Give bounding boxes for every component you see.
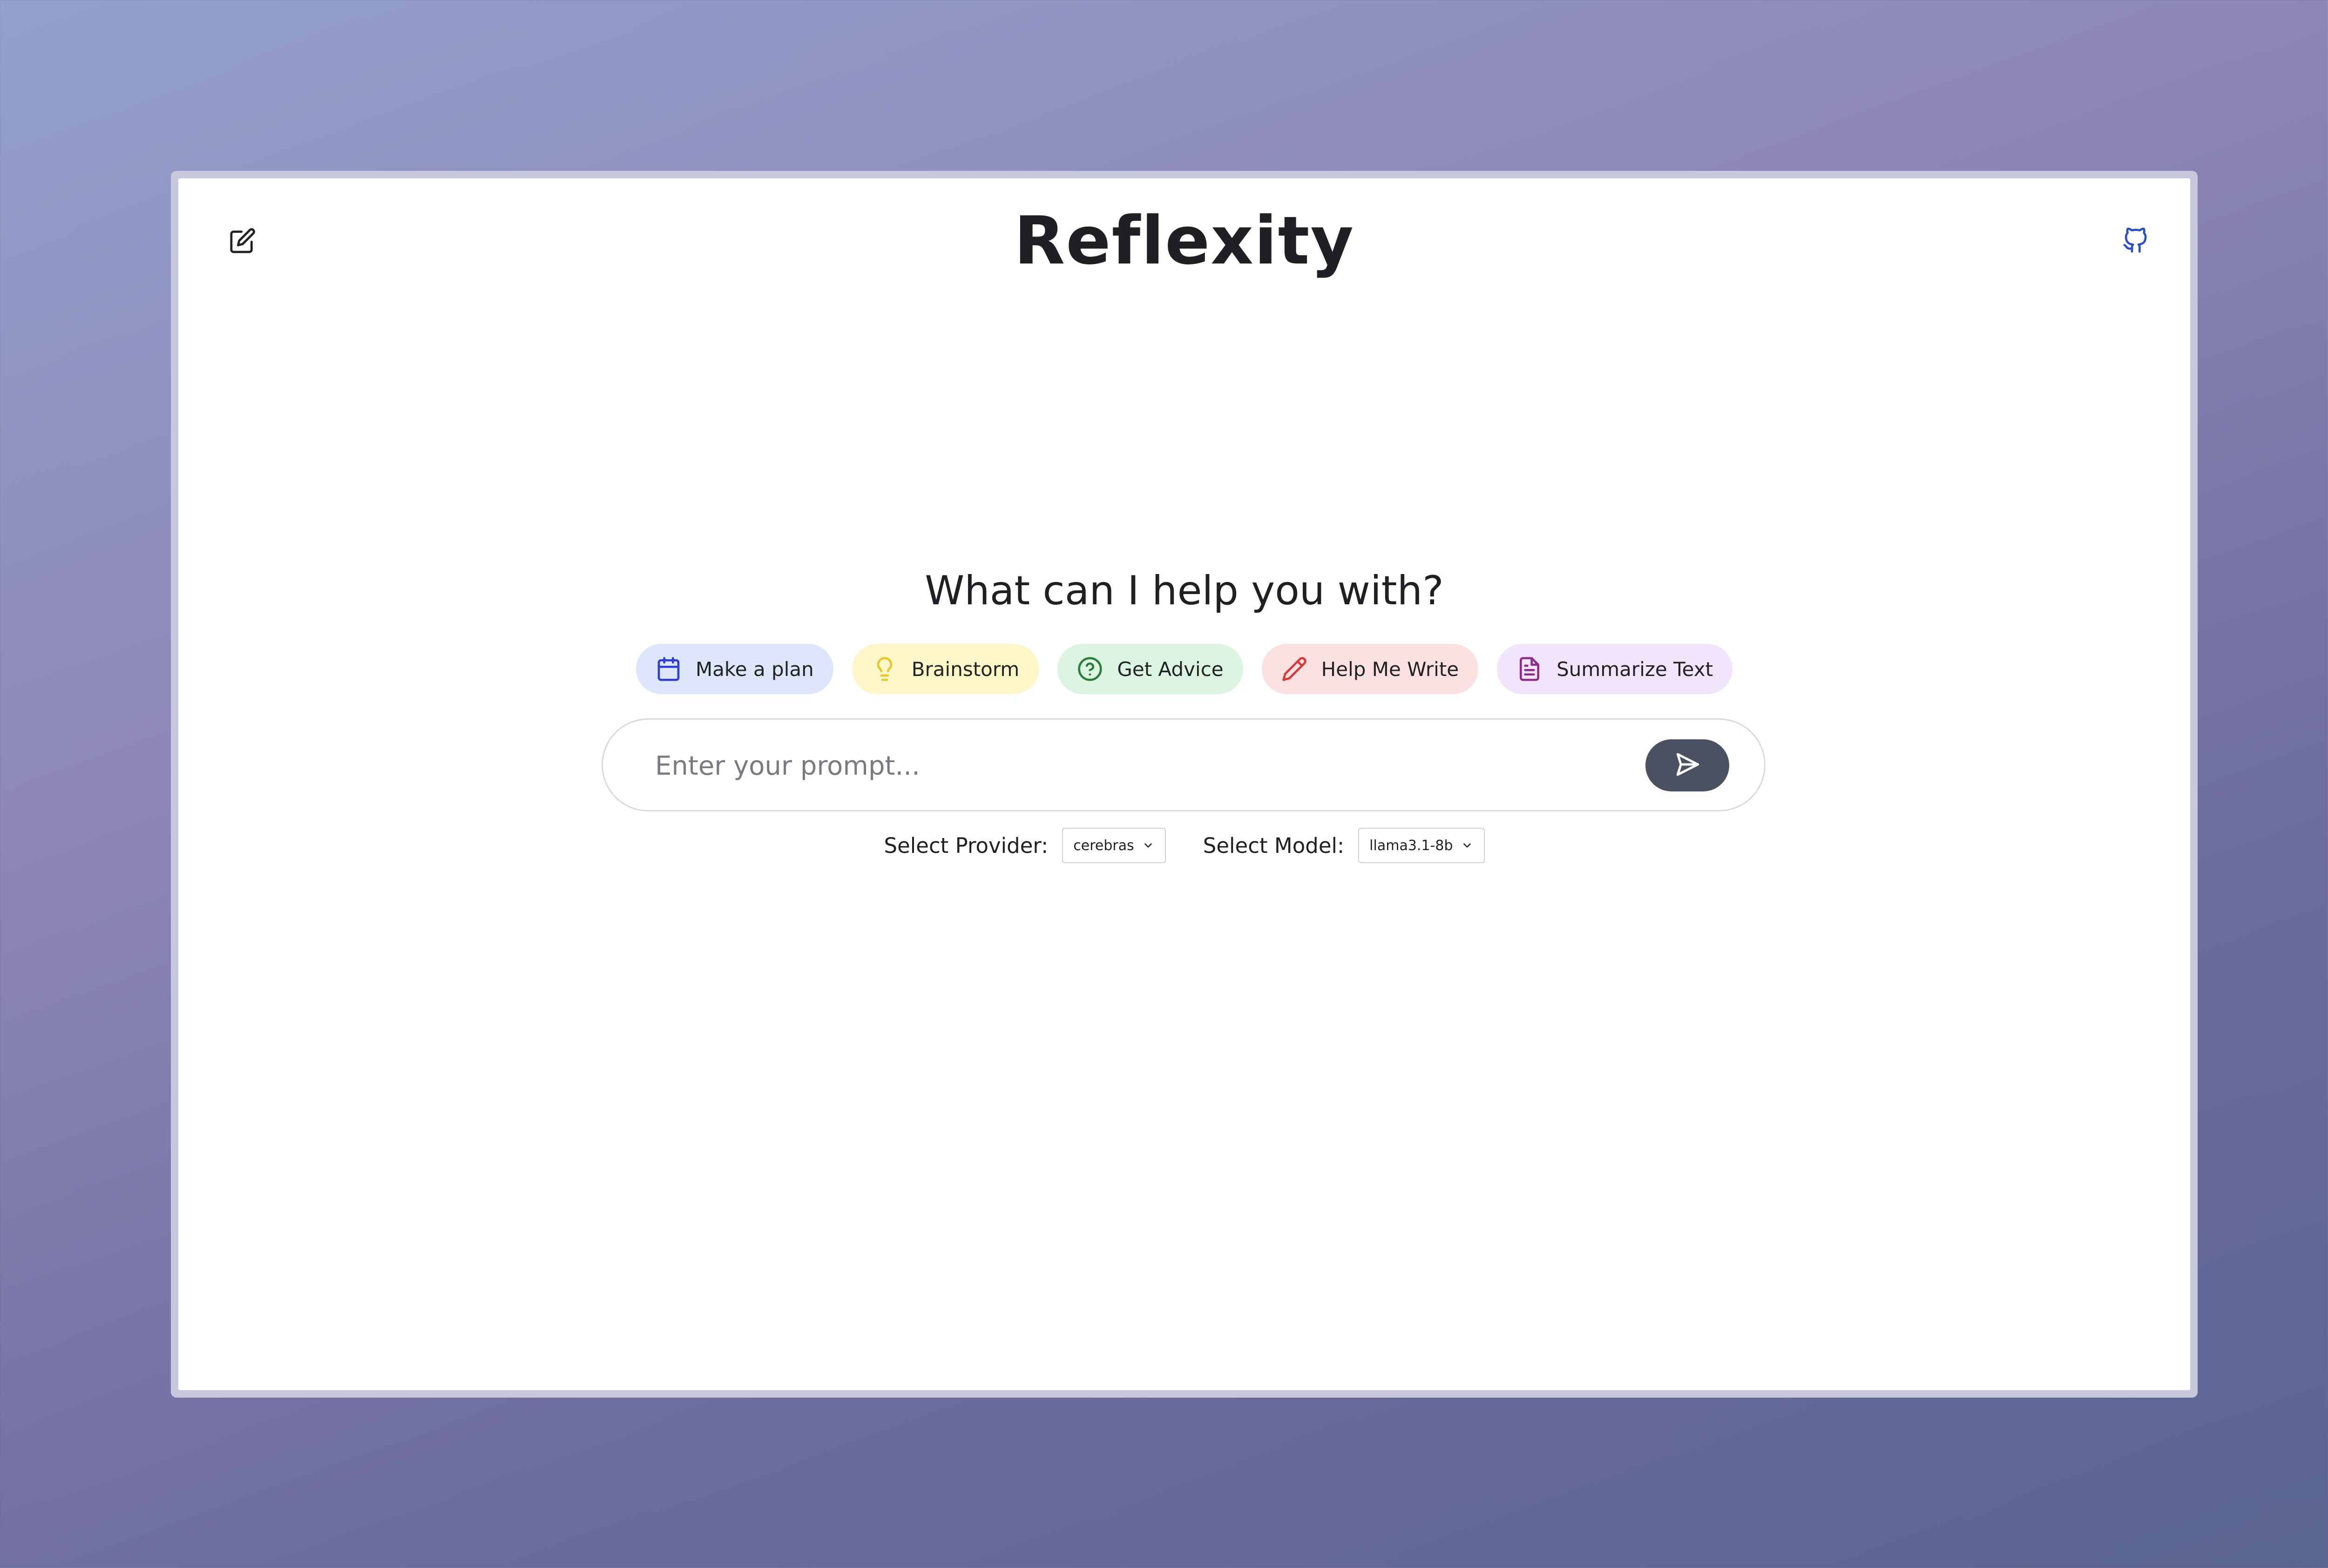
chevron-down-icon [1461,839,1474,852]
main-panel: Reflexity What can I help you with? Make… [178,178,2190,1390]
github-link[interactable] [2118,225,2152,258]
pencil-icon [1281,656,1307,682]
provider-value: cerebras [1073,837,1134,854]
send-icon [1673,750,1701,780]
chevron-down-icon [1142,839,1155,852]
chip-label: Get Advice [1117,657,1224,681]
app-title: Reflexity [1014,203,1355,279]
send-button[interactable] [1645,739,1729,791]
model-selectors: Select Provider: cerebras Select Model: … [178,828,2190,863]
model-label: Select Model: [1203,833,1345,858]
chip-label: Make a plan [695,657,814,681]
page-heading: What can I help you with? [925,568,1444,614]
github-icon [2122,227,2148,256]
file-text-icon [1516,656,1543,682]
app-window: Reflexity What can I help you with? Make… [171,171,2198,1398]
provider-select[interactable]: cerebras [1062,828,1166,863]
brainstorm-chip[interactable]: Brainstorm [852,644,1039,694]
make-a-plan-chip[interactable]: Make a plan [636,644,833,694]
get-advice-chip[interactable]: Get Advice [1057,644,1243,694]
chip-label: Brainstorm [911,657,1020,681]
suggestion-chips: Make a plan Brainstorm Get Advice Help M… [178,644,2190,694]
model-select[interactable]: llama3.1-8b [1358,828,1485,863]
model-value: llama3.1-8b [1369,837,1453,854]
help-circle-icon [1077,656,1103,682]
chip-label: Summarize Text [1557,657,1713,681]
lightbulb-icon [872,656,898,682]
prompt-input[interactable] [654,738,1587,793]
summarize-text-chip[interactable]: Summarize Text [1497,644,1733,694]
chip-label: Help Me Write [1321,657,1459,681]
prompt-container [602,718,1766,811]
calendar-icon [656,656,682,682]
help-me-write-chip[interactable]: Help Me Write [1261,644,1479,694]
provider-label: Select Provider: [884,833,1049,858]
